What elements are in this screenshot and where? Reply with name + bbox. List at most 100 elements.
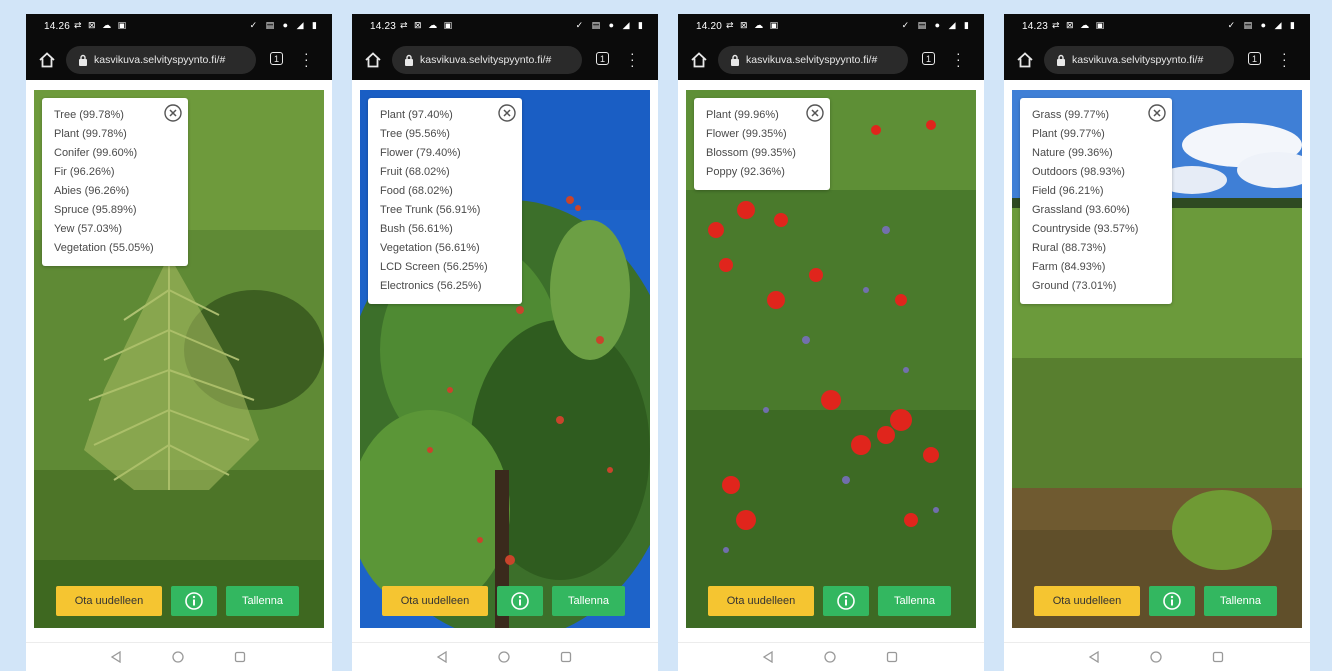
phone-screen-spruce: 14.26 ⇄ ⊠ ☁ ▣ ✓ ▤ ● ◢ ▮ kasvikuva.selvit… [26,14,332,671]
lock-icon [79,54,87,66]
label-row: Vegetation (56.61%) [380,242,480,254]
nav-recents-icon[interactable] [886,651,898,663]
nav-home-icon[interactable] [498,651,510,663]
label-row: Bush (56.61%) [380,223,453,235]
label-row: Countryside (93.57%) [1032,223,1139,235]
info-button[interactable] [823,586,869,616]
home-icon[interactable] [38,51,56,69]
status-time: 14.23 [1022,21,1049,32]
nav-back-icon[interactable] [762,651,774,663]
address-bar[interactable]: kasvikuva.selvityspyynto.fi/# [66,46,256,74]
label-row: Plant (99.77%) [1032,128,1105,140]
nav-recents-icon[interactable] [560,651,572,663]
save-button[interactable]: Tallenna [1204,586,1277,616]
label-row: Electronics (56.25%) [380,280,482,292]
nav-back-icon[interactable] [1088,651,1100,663]
address-bar[interactable]: kasvikuva.selvityspyynto.fi/# [718,46,908,74]
home-icon[interactable] [690,51,708,69]
label-row: Food (68.02%) [380,185,453,197]
save-button[interactable]: Tallenna [552,586,625,616]
label-row: Outdoors (98.93%) [1032,166,1125,178]
url-text: kasvikuva.selvityspyynto.fi/# [746,54,878,66]
label-row: Poppy (92.36%) [706,166,785,178]
status-bar: 14.26 ⇄ ⊠ ☁ ▣ ✓ ▤ ● ◢ ▮ [26,14,332,40]
camera-photo: Grass (99.77%) Plant (99.77%) Nature (99… [1012,90,1302,628]
phone-screen-field: 14.23 ⇄ ⊠ ☁ ▣ ✓ ▤ ● ◢ ▮ kasvikuva.selvit… [1004,14,1310,671]
overflow-menu-icon[interactable]: · · · [630,46,635,72]
status-time: 14.26 [44,21,71,32]
phone-screen-rowan: 14.23 ⇄ ⊠ ☁ ▣ ✓ ▤ ● ◢ ▮ kasvikuva.selvit… [352,14,658,671]
close-icon[interactable] [806,104,824,122]
tab-switcher-icon[interactable]: 1 [270,52,283,65]
label-row: Fir (96.26%) [54,166,115,178]
nav-recents-icon[interactable] [1212,651,1224,663]
home-icon[interactable] [1016,51,1034,69]
retake-button[interactable]: Ota uudelleen [382,586,488,616]
tab-switcher-icon[interactable]: 1 [922,52,935,65]
overflow-menu-icon[interactable]: · · · [956,46,961,72]
info-icon [1163,592,1181,610]
label-row: Fruit (68.02%) [380,166,450,178]
overflow-menu-icon[interactable]: · · · [1282,46,1287,72]
address-bar[interactable]: kasvikuva.selvityspyynto.fi/# [392,46,582,74]
nav-back-icon[interactable] [110,651,122,663]
lock-icon [731,54,739,66]
system-status-icons: ✓ ▤ ● ◢ ▮ [1227,20,1298,30]
android-nav-bar [352,642,658,671]
retake-button[interactable]: Ota uudelleen [1034,586,1140,616]
home-icon[interactable] [364,51,382,69]
info-button[interactable] [171,586,217,616]
label-row: Spruce (95.89%) [54,204,137,216]
info-button[interactable] [1149,586,1195,616]
status-bar: 14.23 ⇄ ⊠ ☁ ▣ ✓ ▤ ● ◢ ▮ [1004,14,1310,40]
url-text: kasvikuva.selvityspyynto.fi/# [420,54,552,66]
close-icon[interactable] [1148,104,1167,122]
label-row: Nature (99.36%) [1032,147,1113,159]
retake-button[interactable]: Ota uudelleen [56,586,162,616]
camera-photo: Plant (99.96%) Flower (99.35%) Blossom (… [686,90,976,628]
label-row: Farm (84.93%) [1032,261,1106,273]
tab-switcher-icon[interactable]: 1 [596,52,609,65]
recognition-labels-card: Plant (97.40%) Tree (95.56%) Flower (79.… [368,98,522,304]
close-icon[interactable] [497,104,516,122]
nav-home-icon[interactable] [1150,651,1162,663]
label-row: Plant (99.96%) [706,109,779,121]
label-row: Rural (88.73%) [1032,242,1106,254]
label-row: LCD Screen (56.25%) [380,261,488,273]
label-row: Tree (95.56%) [380,128,450,140]
status-bar: 14.23 ⇄ ⊠ ☁ ▣ ✓ ▤ ● ◢ ▮ [352,14,658,40]
nav-home-icon[interactable] [824,651,836,663]
system-status-icons: ✓ ▤ ● ◢ ▮ [249,20,320,30]
label-row: Conifer (99.60%) [54,147,138,159]
android-nav-bar [26,642,332,671]
notification-icons: ⇄ ⊠ ☁ ▣ [726,20,781,30]
info-icon [511,592,529,610]
save-button[interactable]: Tallenna [226,586,299,616]
status-time: 14.23 [370,21,397,32]
info-button[interactable] [497,586,543,616]
system-status-icons: ✓ ▤ ● ◢ ▮ [901,20,972,30]
address-bar[interactable]: kasvikuva.selvityspyynto.fi/# [1044,46,1234,74]
label-row: Field (96.21%) [1032,185,1104,197]
save-button[interactable]: Tallenna [878,586,951,616]
label-row: Plant (97.40%) [380,109,453,121]
status-time: 14.20 [696,21,723,32]
label-row: Abies (96.26%) [54,185,130,197]
tab-switcher-icon[interactable]: 1 [1248,52,1261,65]
label-row: Yew (57.03%) [54,223,123,235]
nav-recents-icon[interactable] [234,651,246,663]
overflow-menu-icon[interactable]: · · · [304,46,309,72]
browser-toolbar: kasvikuva.selvityspyynto.fi/# 1 · · · [26,40,332,80]
label-row: Tree (99.78%) [54,109,124,121]
label-row: Grass (99.77%) [1032,109,1110,121]
nav-home-icon[interactable] [172,651,184,663]
android-nav-bar [1004,642,1310,671]
close-icon[interactable] [163,104,182,122]
info-icon [837,592,855,610]
label-row: Grassland (93.60%) [1032,204,1130,216]
retake-button[interactable]: Ota uudelleen [708,586,814,616]
recognition-labels-card: Plant (99.96%) Flower (99.35%) Blossom (… [694,98,830,190]
camera-photo: Tree (99.78%) Plant (99.78%) Conifer (99… [34,90,324,628]
status-bar: 14.20 ⇄ ⊠ ☁ ▣ ✓ ▤ ● ◢ ▮ [678,14,984,40]
nav-back-icon[interactable] [436,651,448,663]
